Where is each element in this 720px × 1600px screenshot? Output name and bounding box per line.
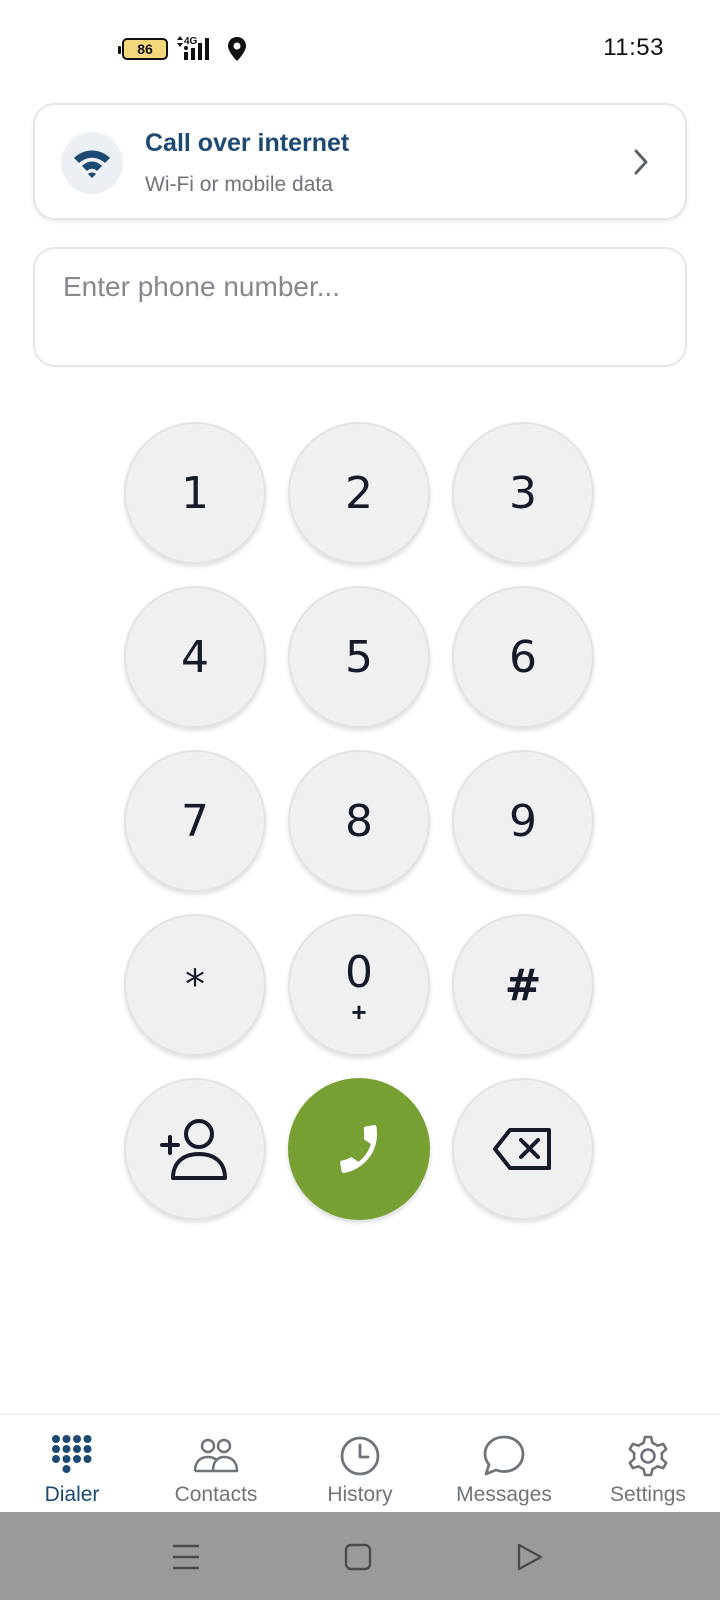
nav-label: Dialer <box>44 1483 100 1506</box>
nav-settings[interactable]: Settings <box>576 1415 720 1513</box>
nav-dialer[interactable]: Dialer <box>0 1415 144 1513</box>
bottom-navigation: Dialer Contacts History Messages Setting… <box>0 1413 720 1513</box>
call-over-internet-card[interactable]: Call over internet Wi-Fi or mobile data <box>33 103 687 220</box>
backspace-button[interactable] <box>452 1078 594 1220</box>
status-bar: 86 4G 11:53 <box>0 0 720 96</box>
nav-label: Messages <box>456 1483 552 1506</box>
key-label: 5 <box>345 631 373 683</box>
signal-4g-icon: 4G <box>177 36 209 60</box>
contacts-icon <box>193 1438 239 1473</box>
key-label: * <box>185 962 205 1008</box>
battery-icon: 86 <box>118 38 168 60</box>
key-5[interactable]: 5 <box>288 586 430 728</box>
key-1[interactable]: 1 <box>124 422 266 564</box>
gear-icon <box>628 1435 668 1477</box>
nav-messages[interactable]: Messages <box>432 1415 576 1513</box>
dialpad-icon <box>52 1435 92 1473</box>
battery-level: 86 <box>137 41 153 57</box>
chat-bubble-icon <box>483 1435 525 1476</box>
add-contact-icon <box>160 1119 227 1180</box>
chevron-right-icon <box>634 149 648 175</box>
add-contact-button[interactable] <box>124 1078 266 1220</box>
key-7[interactable]: 7 <box>124 750 266 892</box>
nav-label: Settings <box>610 1483 686 1506</box>
key-label: # <box>504 959 542 1011</box>
backspace-icon <box>493 1128 551 1170</box>
card-title: Call over internet <box>145 129 350 157</box>
key-0[interactable]: 0 + <box>288 914 430 1056</box>
key-label: 6 <box>509 631 537 683</box>
nav-contacts[interactable]: Contacts <box>144 1415 288 1513</box>
key-2[interactable]: 2 <box>288 422 430 564</box>
key-8[interactable]: 8 <box>288 750 430 892</box>
nav-label: Contacts <box>174 1483 258 1506</box>
key-6[interactable]: 6 <box>452 586 594 728</box>
key-label: 4 <box>181 631 209 683</box>
key-label: 0 <box>345 947 373 998</box>
wifi-badge <box>61 132 123 194</box>
key-label: 9 <box>509 795 537 847</box>
key-label: 3 <box>509 467 537 519</box>
nav-label: History <box>327 1483 393 1506</box>
nav-history[interactable]: History <box>288 1415 432 1513</box>
menu-icon[interactable] <box>169 1540 203 1574</box>
back-icon[interactable] <box>512 1540 546 1574</box>
system-navigation-bar <box>0 1512 720 1600</box>
key-3[interactable]: 3 <box>452 422 594 564</box>
key-4[interactable]: 4 <box>124 586 266 728</box>
key-star[interactable]: * <box>124 914 266 1056</box>
key-sublabel: + <box>351 997 367 1027</box>
clock-icon <box>340 1436 380 1476</box>
clock: 11:53 <box>603 34 664 61</box>
phone-number-input[interactable] <box>33 247 687 367</box>
key-hash[interactable]: # <box>452 914 594 1056</box>
wifi-icon <box>74 150 110 178</box>
network-type: 4G <box>184 36 198 47</box>
key-label: 7 <box>181 795 209 847</box>
card-subtitle: Wi-Fi or mobile data <box>145 173 333 196</box>
key-label: 2 <box>345 467 373 519</box>
key-label: 1 <box>181 467 209 519</box>
key-9[interactable]: 9 <box>452 750 594 892</box>
home-icon[interactable] <box>341 1540 375 1574</box>
location-icon <box>228 37 246 61</box>
call-button[interactable] <box>288 1078 430 1220</box>
key-label: 8 <box>345 795 373 847</box>
phone-icon <box>340 1125 378 1173</box>
